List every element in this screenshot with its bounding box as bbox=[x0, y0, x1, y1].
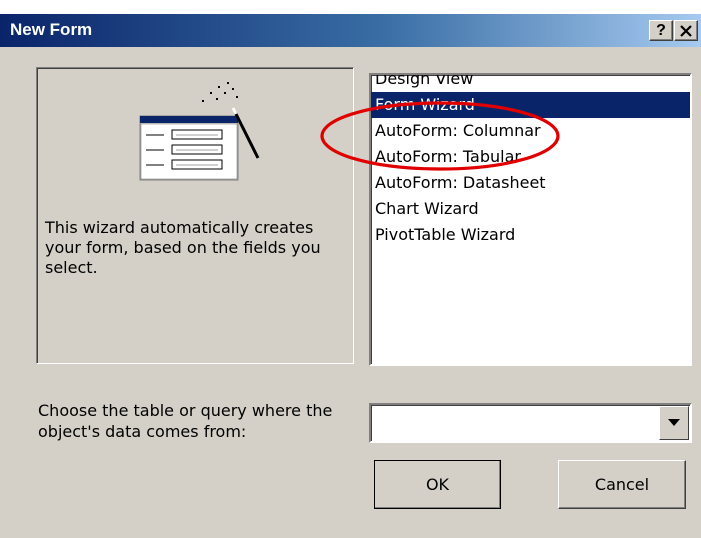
list-item-autoform-datasheet[interactable]: AutoForm: Datasheet bbox=[371, 170, 690, 196]
cancel-button[interactable]: Cancel bbox=[558, 460, 686, 509]
chevron-down-icon bbox=[668, 419, 680, 426]
list-item-autoform-tabular[interactable]: AutoForm: Tabular bbox=[371, 144, 690, 170]
dialog-title: New Form bbox=[10, 20, 93, 39]
list-item-chart-wizard[interactable]: Chart Wizard bbox=[371, 196, 690, 222]
ok-button[interactable]: OK bbox=[374, 460, 501, 509]
source-table-combobox[interactable] bbox=[369, 403, 692, 443]
dropdown-button[interactable] bbox=[659, 406, 689, 440]
list-item-form-wizard[interactable]: Form Wizard bbox=[371, 92, 690, 118]
wizard-description: This wizard automatically creates your f… bbox=[45, 218, 321, 277]
help-button[interactable]: ? bbox=[649, 20, 673, 41]
list-item-design-view[interactable]: Design View bbox=[371, 75, 690, 92]
preview-panel: This wizard automatically creates your f… bbox=[36, 67, 354, 364]
close-button[interactable] bbox=[674, 20, 698, 41]
close-icon bbox=[680, 25, 692, 37]
list-item-pivottable-wizard[interactable]: PivotTable Wizard bbox=[371, 222, 690, 248]
source-label: Choose the table or query where the obje… bbox=[38, 401, 333, 441]
form-wizard-icon bbox=[139, 82, 260, 181]
list-item-autoform-columnar[interactable]: AutoForm: Columnar bbox=[371, 118, 690, 144]
new-form-dialog: New Form ? This wizard automatically cre… bbox=[0, 14, 701, 538]
form-type-list[interactable]: Design View Form Wizard AutoForm: Column… bbox=[369, 73, 692, 366]
title-bar[interactable]: New Form ? bbox=[0, 14, 701, 47]
